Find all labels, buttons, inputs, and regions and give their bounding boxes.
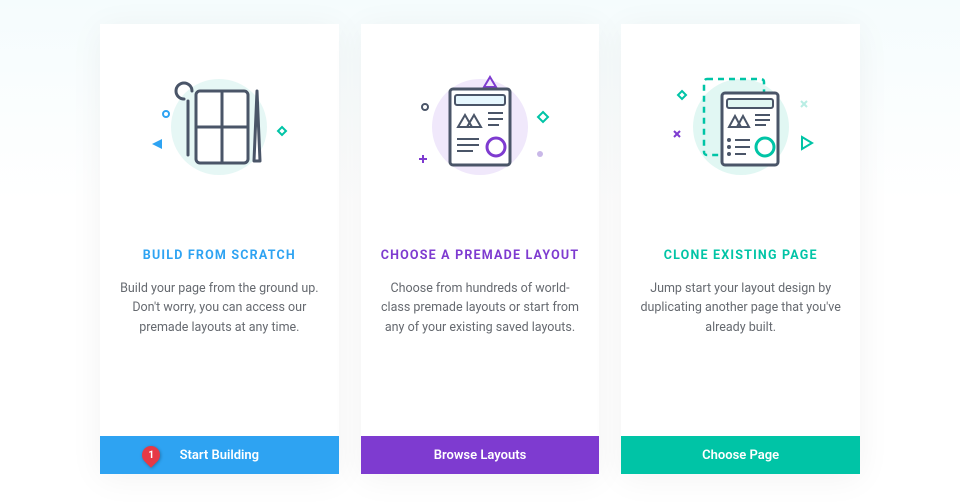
premade-illustration <box>361 24 600 224</box>
card-title: CLONE EXISTING PAGE <box>621 224 860 271</box>
card-description: Build your page from the ground up. Don'… <box>100 271 339 357</box>
start-building-button[interactable]: 1 Start Building <box>100 436 339 474</box>
step-marker-number: 1 <box>148 450 154 461</box>
button-label: Choose Page <box>702 448 779 463</box>
step-marker-icon: 1 <box>138 446 164 464</box>
card-choose-premade-layout: CHOOSE A PREMADE LAYOUT Choose from hund… <box>361 24 600 474</box>
browse-layouts-button[interactable]: Browse Layouts <box>361 436 600 474</box>
clone-illustration <box>621 24 860 224</box>
card-title: CHOOSE A PREMADE LAYOUT <box>361 224 600 271</box>
button-label: Start Building <box>180 448 260 463</box>
choose-page-button[interactable]: Choose Page <box>621 436 860 474</box>
card-clone-existing-page: CLONE EXISTING PAGE Jump start your layo… <box>621 24 860 474</box>
layout-options-cards: BUILD FROM SCRATCH Build your page from … <box>100 24 860 474</box>
card-description: Jump start your layout design by duplica… <box>621 271 860 357</box>
card-build-from-scratch: BUILD FROM SCRATCH Build your page from … <box>100 24 339 474</box>
button-label: Browse Layouts <box>434 448 527 463</box>
card-description: Choose from hundreds of world-class prem… <box>361 271 600 357</box>
card-title: BUILD FROM SCRATCH <box>100 224 339 271</box>
scratch-illustration <box>100 24 339 224</box>
